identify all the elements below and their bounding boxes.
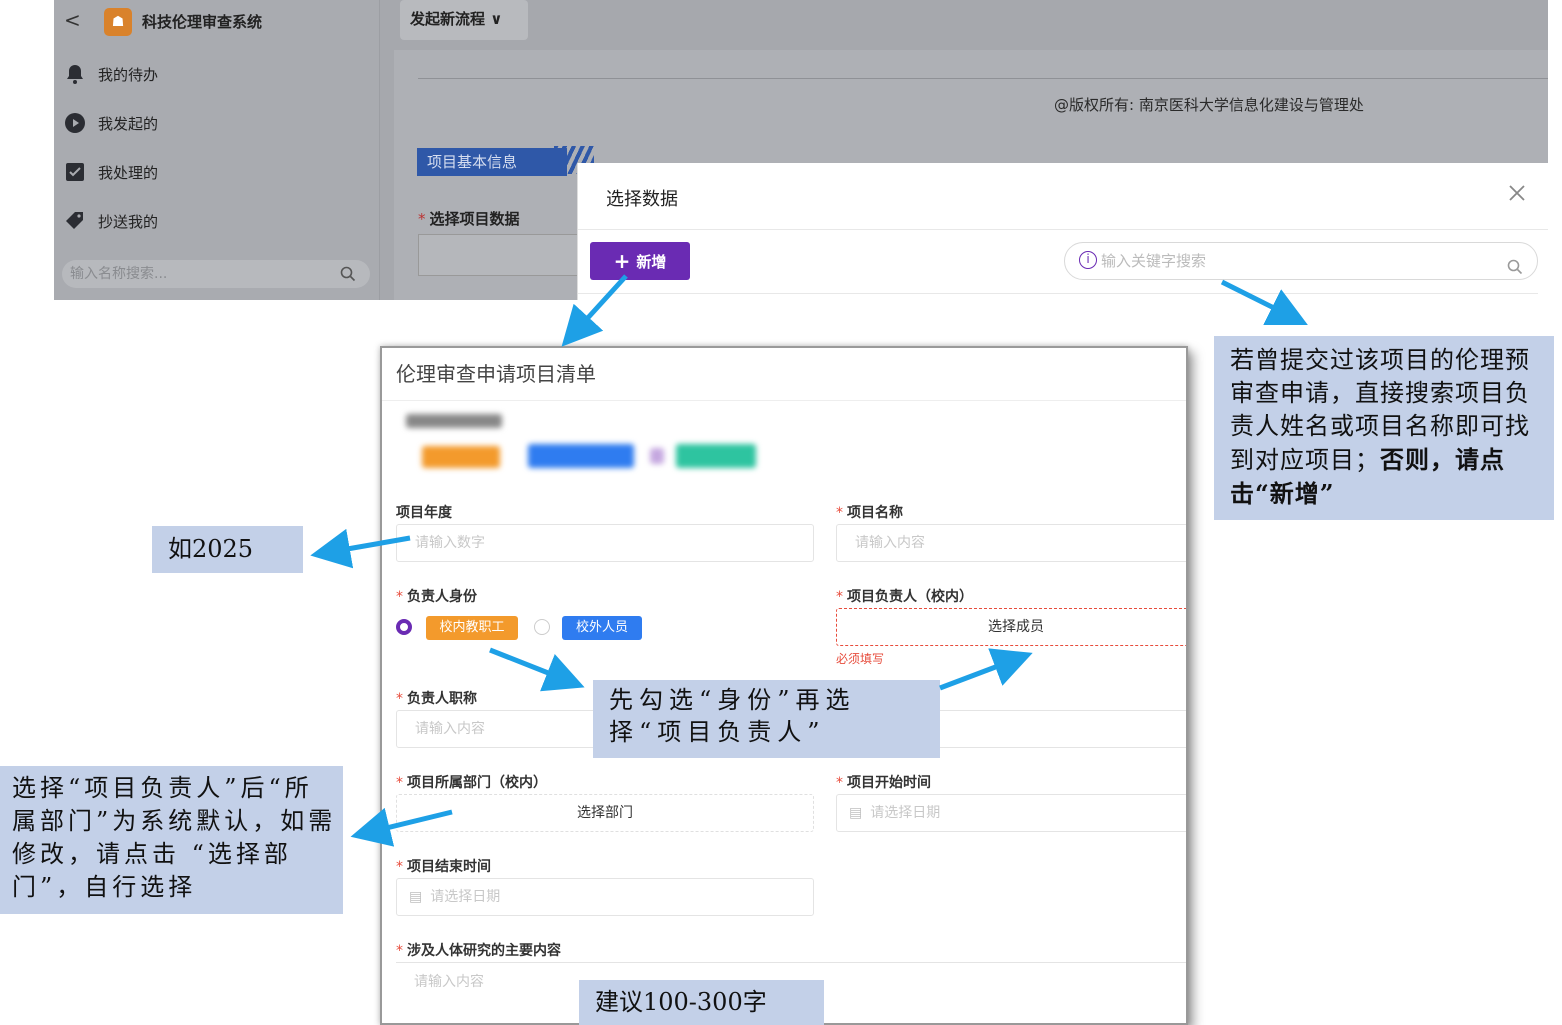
arrow-identity-right bbox=[939, 648, 1033, 691]
arrow-identity-left bbox=[489, 647, 585, 692]
arrow-department-hint bbox=[350, 807, 453, 847]
arrow-year-hint bbox=[310, 528, 411, 569]
annotation-arrows bbox=[310, 274, 1308, 847]
arrow-search-to-hint bbox=[1220, 279, 1308, 325]
arrow-add-to-form bbox=[561, 274, 628, 347]
